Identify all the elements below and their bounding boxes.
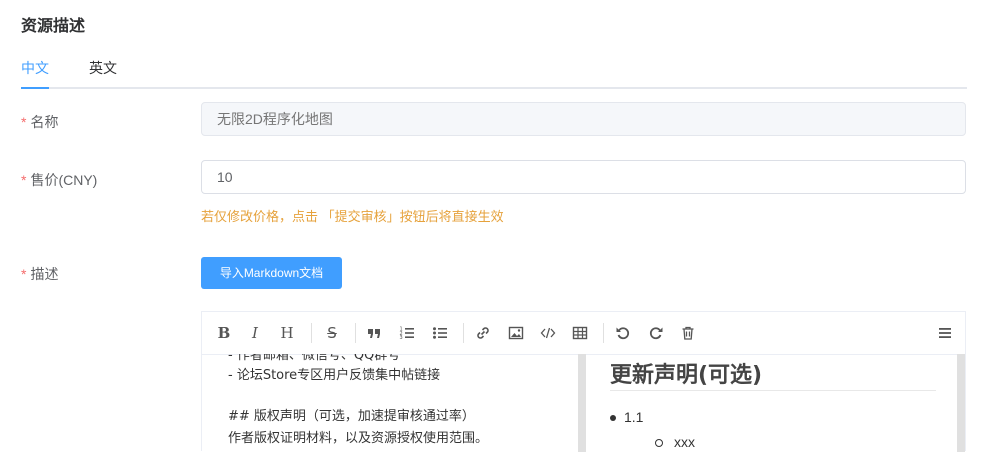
markdown-preview-pane: 更新声明(可选) 1.1 xxx — [586, 354, 956, 452]
pane-divider[interactable] — [578, 354, 586, 452]
required-mark: * — [21, 266, 27, 282]
source-line: ## 版权声明（可选，加速提审核通过率） — [228, 409, 475, 424]
name-label: * 名称 — [21, 114, 59, 130]
toolbar-separator — [311, 323, 312, 343]
bullet-icon — [610, 415, 616, 421]
required-mark: * — [21, 172, 27, 188]
unordered-list-icon[interactable] — [430, 323, 450, 343]
trash-icon[interactable] — [678, 323, 698, 343]
menu-icon[interactable] — [935, 323, 955, 343]
heading-button[interactable]: H — [277, 323, 297, 343]
section-title: 资源描述 — [21, 18, 86, 35]
name-input[interactable] — [201, 102, 966, 136]
markdown-editor: B I H S 123 - 作者邮箱、微信号、QQ群号 - 论坛Store专区用… — [201, 311, 966, 452]
markdown-source-pane[interactable]: - 作者邮箱、微信号、QQ群号 - 论坛Store专区用户反馈集中帖链接 ## … — [202, 354, 578, 452]
source-line: - 作者邮箱、微信号、QQ群号 — [228, 354, 401, 363]
toolbar-separator — [355, 323, 356, 343]
required-mark: * — [21, 114, 27, 130]
svg-text:3: 3 — [400, 335, 403, 341]
description-label: * 描述 — [21, 266, 59, 282]
tab-english[interactable]: 英文 — [89, 60, 117, 76]
preview-list-item: 1.1 — [610, 409, 643, 425]
heading-underline — [610, 390, 936, 391]
preview-sub-list-item: xxx — [655, 434, 695, 450]
undo-icon[interactable] — [613, 323, 633, 343]
redo-icon[interactable] — [646, 323, 666, 343]
image-icon[interactable] — [506, 323, 526, 343]
import-markdown-button[interactable]: 导入Markdown文档 — [201, 257, 342, 289]
strikethrough-button[interactable]: S — [322, 323, 342, 343]
tab-active-indicator — [21, 87, 49, 89]
source-line: 作者版权证明材料，以及资源授权使用范围。 — [228, 431, 489, 446]
hollow-bullet-icon — [655, 439, 663, 447]
language-tabs: 中文 英文 — [21, 60, 967, 89]
link-icon[interactable] — [473, 323, 493, 343]
toolbar-separator — [603, 323, 604, 343]
quote-icon[interactable] — [364, 323, 384, 343]
price-hint: 若仅修改价格，点击 「提交审核」按钮后将直接生效 — [201, 209, 504, 224]
table-icon[interactable] — [570, 323, 590, 343]
editor-toolbar: B I H S 123 — [202, 312, 965, 355]
source-line: - 论坛Store专区用户反馈集中帖链接 — [228, 368, 441, 383]
preview-scrollbar[interactable] — [957, 354, 965, 452]
bold-button[interactable]: B — [214, 323, 234, 343]
code-icon[interactable] — [538, 323, 558, 343]
tab-chinese[interactable]: 中文 — [21, 60, 49, 76]
italic-button[interactable]: I — [245, 323, 265, 343]
price-input[interactable] — [201, 160, 966, 194]
ordered-list-icon[interactable]: 123 — [397, 323, 417, 343]
toolbar-separator — [463, 323, 464, 343]
preview-heading: 更新声明(可选) — [610, 363, 763, 388]
price-label: * 售价(CNY) — [21, 172, 98, 188]
